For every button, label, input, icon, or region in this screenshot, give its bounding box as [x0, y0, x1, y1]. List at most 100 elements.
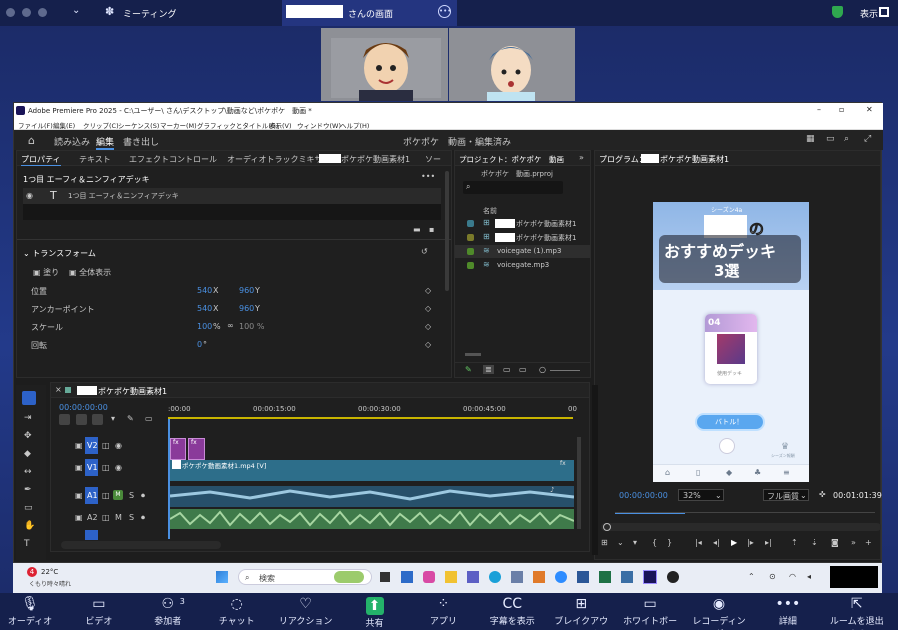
word-icon[interactable] [577, 571, 589, 583]
edge-icon[interactable] [489, 571, 501, 583]
tab-text[interactable]: テキスト [79, 154, 111, 165]
menu-item[interactable]: クリップ(C) [83, 120, 119, 130]
razor-icon[interactable]: ◆ [24, 449, 31, 459]
folder-icon[interactable] [445, 571, 457, 583]
camera-icon[interactable]: ◙ [831, 538, 839, 547]
prop-value[interactable]: 100 [197, 322, 212, 331]
menu-item[interactable]: 編集(E) [53, 120, 75, 130]
step-forward-icon[interactable]: |▸ [747, 538, 754, 547]
audio-clip-a2[interactable] [170, 509, 574, 529]
add-icon[interactable]: + [865, 538, 872, 547]
share-banner[interactable]: さんの画面 ••• [282, 0, 457, 26]
keyframe-icon[interactable]: ◇ [425, 304, 431, 313]
magnet-icon[interactable] [76, 414, 87, 425]
participant-tile[interactable] [321, 28, 448, 101]
footer-leave-button[interactable]: ⇱ ルームを退出する [829, 595, 885, 629]
footer-heart-button[interactable]: ♡ リアクション [278, 595, 334, 629]
tab-effect-controls[interactable]: エフェクトコントロール [129, 154, 217, 165]
menu-item[interactable]: シーケンス(S) [118, 120, 159, 130]
tab-import[interactable]: 読み込み [54, 135, 90, 148]
grid-icon[interactable] [879, 7, 889, 17]
prop-value[interactable]: 0 [197, 340, 202, 349]
mark-out-icon[interactable]: } [667, 538, 672, 547]
icon-view-icon[interactable]: ▭ [503, 365, 511, 374]
chevron-down-icon[interactable]: ⌄ [617, 538, 624, 547]
list-view-icon[interactable]: ≣ [483, 365, 494, 374]
mark-in-icon[interactable]: { [652, 538, 657, 547]
reset-icon[interactable]: ↺ [421, 247, 428, 256]
folder-icon[interactable]: ▬ [413, 225, 421, 234]
chevron-right-icon[interactable]: » [579, 153, 584, 162]
zoom-select[interactable]: 32% ⌄ [678, 489, 724, 501]
project-item[interactable]: ≋ voicegate (1).mp3 [455, 245, 590, 258]
chevron-down-icon[interactable]: ⌄ [72, 5, 80, 16]
lock-icon[interactable]: ▣ [75, 513, 83, 522]
search-icon[interactable]: ⌕ [844, 134, 849, 144]
audio-clip-a1[interactable]: ♪ [170, 486, 574, 507]
play-icon[interactable]: ▶ [731, 538, 737, 547]
tab-source[interactable]: ソー [425, 154, 441, 165]
show-all-toggle[interactable]: ▣ 全体表示 [69, 267, 111, 278]
snap-icon[interactable] [59, 414, 70, 425]
work-area-bar[interactable] [168, 417, 573, 419]
lock-icon[interactable]: ▣ [75, 441, 83, 450]
project-search[interactable]: ⌕ [463, 181, 563, 194]
menu-item[interactable]: 表示(V) [269, 120, 292, 130]
zoom-slider[interactable] [550, 370, 580, 371]
eye-icon[interactable]: ◉ [26, 191, 33, 200]
participant-tile[interactable] [449, 28, 575, 101]
menu-item[interactable]: ヘルプ(H) [340, 120, 369, 130]
prop-value[interactable]: 960 [239, 286, 254, 295]
app-icon[interactable] [621, 571, 633, 583]
start-icon[interactable] [216, 571, 228, 583]
trash-icon[interactable]: ▪ [429, 225, 434, 234]
keyframe-icon[interactable]: ◇ [425, 340, 431, 349]
app-icon[interactable] [511, 571, 523, 583]
step-back-icon[interactable]: ◂| [713, 538, 720, 547]
video-clip[interactable]: ポケポケ動画素材1.mp4 [V] fx [170, 460, 574, 481]
fullscreen-icon[interactable]: ⤢ [864, 134, 871, 144]
menu-item[interactable]: マーカー(M) [160, 120, 197, 130]
solo-icon[interactable]: S [129, 513, 134, 522]
wifi-icon[interactable]: ◠ [789, 572, 796, 581]
ripple-edit-icon[interactable]: ✥ [24, 431, 32, 441]
scrollbar[interactable] [445, 171, 449, 291]
timeline-seq-name[interactable]: ポケポケ動画素材1 [98, 386, 167, 397]
expand-icon[interactable]: » [851, 538, 856, 547]
pen-icon[interactable]: ✒ [24, 485, 32, 495]
zoom-icon[interactable] [555, 571, 567, 583]
lock-icon[interactable]: ▣ [75, 463, 83, 472]
project-panel-title[interactable]: プロジェクト：ポケポケ 動画 [459, 154, 564, 165]
app-icon[interactable] [533, 571, 545, 583]
footer-people-button[interactable]: ⚇ 3 参加者 [140, 595, 196, 629]
solo-icon[interactable]: S [129, 491, 134, 500]
footer-cc-button[interactable]: CC 字幕を表示 [484, 595, 540, 629]
program-timecode[interactable]: 00:00:00:00 [619, 491, 668, 500]
fill-toggle[interactable]: ▣ 塗り [33, 267, 59, 278]
settings-icon[interactable]: ✜ [819, 490, 826, 499]
speaker-icon[interactable]: ◂ [807, 572, 811, 581]
selection-tool-icon[interactable] [22, 391, 36, 405]
footer-record-button[interactable]: ◉ レコーディング [691, 595, 747, 629]
chevron-up-icon[interactable]: ⌃ [748, 572, 755, 581]
app-icon[interactable] [401, 571, 413, 583]
wrench-icon[interactable]: ✎ [127, 414, 134, 423]
lift-icon[interactable]: ⇡ [791, 538, 798, 547]
link-icon[interactable]: ∞ [227, 321, 234, 330]
tab-export[interactable]: 書き出し [123, 135, 159, 148]
quality-select[interactable]: フル画質 ⌄ [763, 489, 809, 501]
layout-icon[interactable]: ▭ [826, 134, 835, 144]
lock-icon[interactable]: ▣ [75, 491, 83, 500]
zoom-slider-icon[interactable]: ○ [539, 365, 546, 374]
project-item[interactable]: ≋ voicegate.mp3 [455, 259, 590, 272]
zoombar-handle[interactable] [603, 523, 611, 531]
view-button[interactable]: 表示 [860, 7, 878, 20]
keyframe-icon[interactable]: ◇ [425, 322, 431, 331]
footer-whiteboard-button[interactable]: ▭ ホワイトボード [622, 595, 678, 629]
program-zoombar[interactable] [601, 523, 881, 531]
track-select-icon[interactable]: ⇥ [24, 413, 32, 423]
sync-icon[interactable]: ◫ [102, 441, 110, 450]
rectangle-icon[interactable]: ▭ [24, 503, 33, 513]
project-item[interactable]: ⊞ ポケポケ動画素材1 [455, 231, 590, 244]
mute-icon[interactable]: M [113, 490, 123, 500]
